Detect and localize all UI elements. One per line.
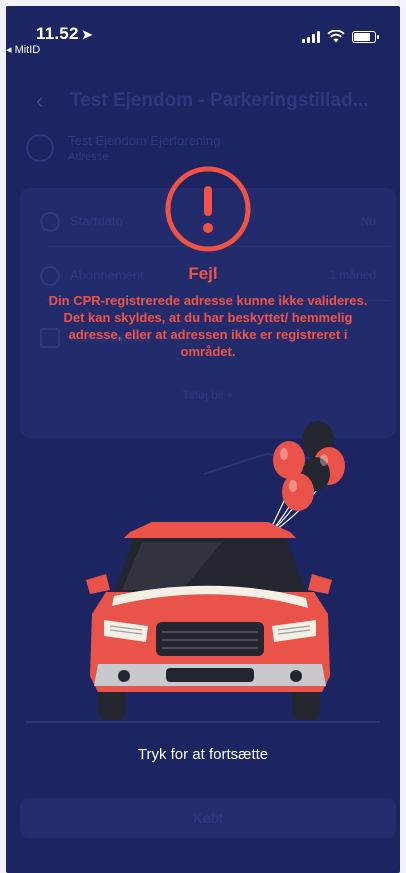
wifi-icon (327, 30, 345, 43)
tap-to-continue-text[interactable]: Tryk for at fortsætte (6, 746, 400, 763)
back-chevron-icon: ‹ (36, 88, 44, 113)
time-text: 11.52 (36, 24, 79, 43)
car-balloons-illustration (26, 421, 380, 723)
start-date-value: Nu (360, 214, 376, 228)
cellular-signal-icon (302, 31, 320, 43)
status-time: 11.52 ➤ (36, 24, 93, 44)
property-subtitle: Adresse (68, 151, 109, 163)
location-arrow-icon: ➤ (81, 27, 93, 42)
building-icon (26, 134, 54, 162)
buy-button: Købt (20, 798, 396, 838)
status-icons (302, 30, 379, 43)
start-date-label: Startdato (70, 213, 123, 229)
back-to-app-link[interactable]: ◂ MitID (6, 43, 40, 56)
battery-icon (352, 31, 379, 43)
add-car-link: Tilføj bil + (182, 388, 234, 402)
clock-icon (40, 212, 60, 232)
status-bar: 11.52 ➤ ◂ MitID (6, 6, 400, 62)
property-name: Test Ejendom Ejerforening (68, 133, 221, 148)
phone-screen: ‹ Test Ejendom - Parkeringstillad... Tes… (6, 6, 400, 873)
background-title: Test Ejendom - Parkeringstillad... (70, 90, 369, 111)
error-alert-icon (165, 166, 251, 252)
error-message: Din CPR-registrerede adresse kunne ikke … (48, 293, 368, 359)
start-date-row: Startdato (40, 212, 123, 232)
error-title: Fejl (188, 264, 218, 283)
